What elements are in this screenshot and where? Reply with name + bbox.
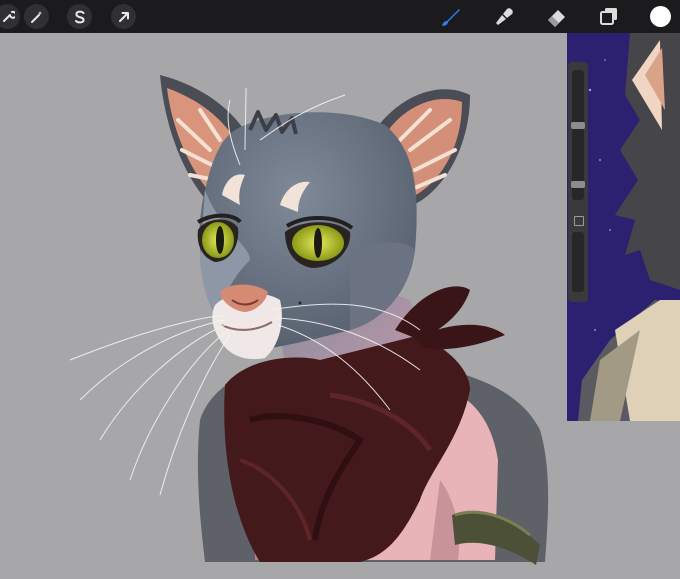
layers-icon[interactable] — [597, 5, 621, 29]
transform-arrow-icon — [118, 11, 129, 22]
opacity-slider[interactable] — [572, 232, 584, 292]
actions-button[interactable] — [0, 4, 20, 29]
magic-wand-icon — [30, 10, 42, 23]
sidebar — [568, 62, 588, 302]
top-toolbar — [0, 0, 680, 33]
brush-icon[interactable] — [439, 5, 463, 29]
opacity-thumb[interactable] — [571, 181, 585, 188]
transform-button[interactable] — [111, 4, 136, 29]
selection-button[interactable] — [67, 4, 92, 29]
wrench-icon — [2, 10, 15, 22]
adjustments-button[interactable] — [24, 4, 49, 29]
eraser-icon[interactable] — [545, 5, 569, 29]
selection-s-icon — [74, 10, 85, 23]
smudge-icon[interactable] — [492, 5, 516, 29]
modify-button[interactable] — [574, 216, 584, 226]
color-swatch[interactable] — [650, 6, 671, 27]
brush-size-thumb[interactable] — [571, 122, 585, 129]
